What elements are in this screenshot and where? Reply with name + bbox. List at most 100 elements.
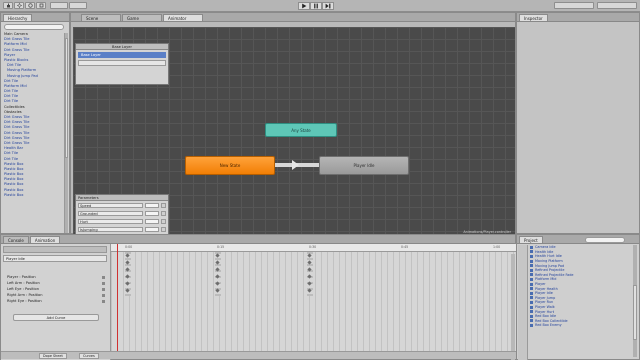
step-button[interactable] (322, 2, 334, 10)
parameter-name-field[interactable]: Grounded (78, 211, 143, 216)
parameter-name-field[interactable]: IsJumping (78, 227, 143, 232)
tab-scene[interactable]: Scene (81, 14, 121, 21)
pause-button[interactable] (310, 2, 322, 10)
play-icon (302, 3, 307, 9)
animation-clip-icon (530, 291, 533, 295)
play-button[interactable] (298, 2, 310, 10)
parameter-name-field[interactable]: Hurt (78, 219, 143, 224)
dope-sheet-button[interactable]: Dope Sheet (39, 353, 67, 359)
animated-property-label: Right Eye : Position (7, 299, 42, 303)
parameter-value-field[interactable] (145, 219, 159, 224)
clip-dropdown[interactable]: Player Idle (3, 255, 107, 262)
rotate-tool-button[interactable] (25, 2, 35, 9)
layer-settings-row[interactable] (78, 60, 166, 66)
tab-game[interactable]: Game (122, 14, 162, 21)
project-scrollbar[interactable] (633, 245, 637, 357)
hand-tool-button[interactable] (3, 2, 13, 9)
inspector-panel: Inspector (516, 12, 640, 234)
project-asset-label: Moving Platform (535, 259, 563, 264)
property-options-icon[interactable] (102, 281, 105, 285)
property-options-icon[interactable] (102, 275, 105, 279)
state-player-idle[interactable]: Player Idle (319, 156, 409, 175)
ruler-tick-label: 1:00 (493, 245, 501, 249)
tab-project[interactable]: Project (519, 236, 543, 243)
animation-clip-icon (530, 300, 533, 304)
animator-graph[interactable]: Base Layer Base Layer Any State New Stat… (73, 27, 515, 248)
tab-hierarchy[interactable]: Hierarchy (3, 14, 33, 21)
animated-property-row[interactable]: Right Eye : Position (3, 298, 107, 304)
add-curve-button[interactable]: Add Curve (13, 314, 99, 321)
move-tool-button[interactable] (14, 2, 24, 9)
timeline-playhead[interactable] (117, 244, 118, 353)
project-asset-label: Health Idle (535, 249, 554, 254)
project-asset-label: Player Jump (535, 295, 556, 300)
parameter-value-field[interactable] (145, 227, 159, 232)
project-asset-label: Refined Projectile Fade (535, 272, 574, 277)
project-panel: Project Camera Idle Health Idle Health Hur… (516, 234, 640, 360)
scale-icon (39, 3, 43, 8)
project-search-input[interactable] (585, 237, 625, 243)
state-any-state[interactable]: Any State (265, 123, 337, 137)
animation-clip-icon (530, 245, 533, 249)
project-asset-label: Refined Projectile (535, 268, 565, 273)
animation-clip-icon (530, 310, 533, 314)
animation-clip-icon (530, 277, 533, 281)
project-asset-label: Platform Mid (535, 277, 557, 282)
tab-animator[interactable]: Animator (163, 14, 203, 21)
project-asset-label: Red Box Enemy (535, 323, 562, 328)
tab-inspector[interactable]: Inspector (519, 14, 548, 21)
parameter-row: Hurt (78, 218, 166, 225)
project-asset-label: Camera Idle (535, 245, 556, 250)
hierarchy-item[interactable]: Plastic Box (4, 193, 66, 198)
hierarchy-search-input[interactable] (4, 24, 64, 30)
move-icon (16, 3, 22, 8)
animation-clip-icon (530, 259, 533, 263)
animated-property-list: Player : Position Left Arm : Position Left… (3, 274, 107, 304)
tab-console[interactable]: Console (3, 236, 29, 243)
parameter-remove-button[interactable] (161, 227, 166, 232)
hierarchy-tabbar: Hierarchy (1, 13, 69, 22)
hierarchy-scrollbar[interactable] (64, 33, 68, 233)
animation-playback-controls[interactable] (3, 246, 107, 253)
tab-animation[interactable]: Animation (29, 236, 61, 243)
layers-dropdown[interactable] (554, 2, 594, 9)
animation-properties-pane: Player Idle Player : Position Left Arm : … (1, 244, 111, 360)
project-scroll-thumb[interactable] (633, 285, 637, 340)
animation-clip-icon (530, 273, 533, 277)
play-controls (298, 2, 334, 10)
project-asset-label: Red Box Idle (535, 314, 557, 319)
hierarchy-scroll-thumb[interactable] (65, 38, 68, 158)
pivot-toggle[interactable] (50, 2, 68, 9)
layout-dropdown[interactable] (597, 2, 637, 9)
animated-property-label: Left Arm : Position (7, 281, 40, 285)
parameter-value-field[interactable] (145, 211, 159, 216)
property-options-icon[interactable] (102, 287, 105, 291)
dopesheet-timeline[interactable]: 0:00 0:15 0:30 0:45 1:00 (111, 244, 517, 360)
scale-tool-button[interactable] (36, 2, 46, 9)
parameters-list: Speed Grounded Hurt IsJumping (76, 202, 168, 233)
curves-button[interactable]: Curves (79, 353, 99, 359)
animation-bottom-bar: Dope Sheet Curves (1, 351, 517, 359)
parameter-remove-button[interactable] (161, 219, 166, 224)
global-toggle[interactable] (69, 2, 87, 9)
hierarchy-panel: Hierarchy Main Camera Dirt Grass Tile Plat… (0, 12, 70, 234)
parameter-value-field[interactable] (145, 203, 159, 208)
timeline-scrollbar[interactable] (511, 254, 515, 360)
animation-clip-icon (530, 296, 533, 300)
project-asset-item[interactable]: Red Box Enemy (530, 323, 628, 328)
animation-clip-icon (530, 268, 533, 272)
animation-tabbar: Console Animation (1, 235, 515, 244)
ruler-tick-label: 0:00 (125, 245, 133, 249)
parameter-name-field[interactable]: Speed (78, 203, 143, 208)
project-folder-tree[interactable] (518, 245, 528, 360)
parameter-remove-button[interactable] (161, 211, 166, 216)
property-options-icon[interactable] (102, 299, 105, 303)
state-new-state[interactable]: New State (185, 156, 275, 175)
project-asset-label: Player Health (535, 286, 558, 291)
parameter-remove-button[interactable] (161, 203, 166, 208)
property-options-icon[interactable] (102, 293, 105, 297)
transition-arrow-icon (292, 160, 299, 170)
base-layer-row[interactable]: Base Layer (78, 52, 166, 58)
project-asset-label: Player Walk (535, 305, 555, 310)
timeline-ruler[interactable]: 0:00 0:15 0:30 0:45 1:00 (111, 244, 517, 252)
